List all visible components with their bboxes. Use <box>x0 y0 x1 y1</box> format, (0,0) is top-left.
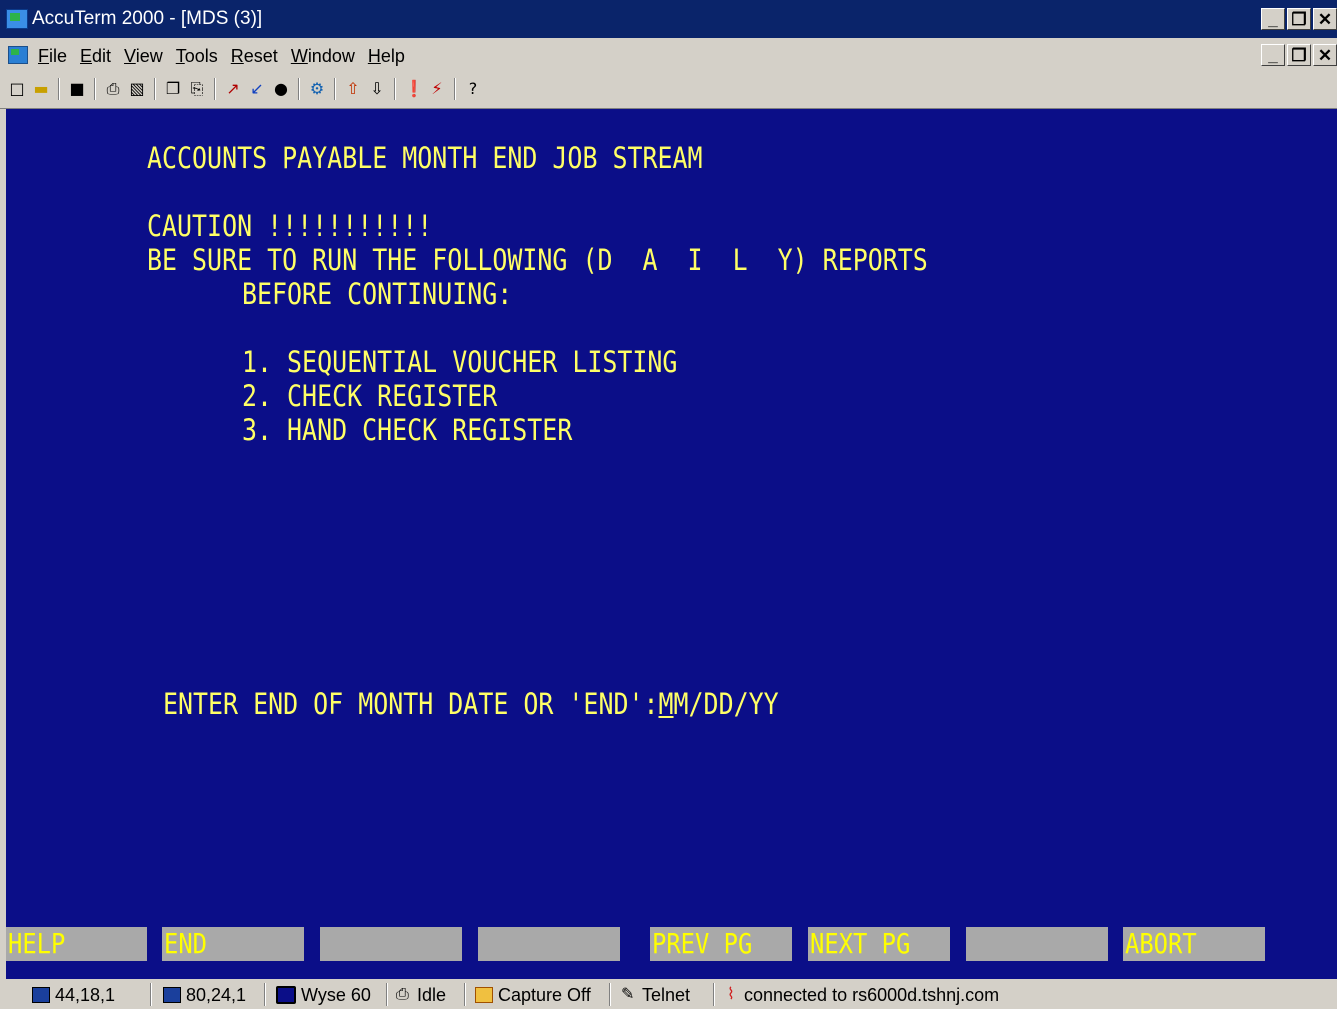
status-protocol[interactable]: ✎ Telnet <box>621 984 690 1006</box>
text-cursor[interactable]: M <box>659 687 674 721</box>
function-key-bar: HELP END PREV PG NEXT PG ABORT <box>6 927 1337 961</box>
fkey-next-page[interactable]: NEXT PG <box>808 927 950 961</box>
screen-heading: ACCOUNTS PAYABLE MONTH END JOB STREAM <box>147 141 703 175</box>
settings-icon[interactable]: ⚙ <box>308 80 326 98</box>
toolbar-separator <box>154 78 156 100</box>
upload-icon[interactable]: ⇧ <box>344 80 362 98</box>
terminal-screen[interactable]: ACCOUNTS PAYABLE MONTH END JOB STREAM CA… <box>6 109 1337 979</box>
document-window-icon[interactable] <box>8 46 28 64</box>
title-bar: AccuTerm 2000 - [MDS (3)] _ ❐ ✕ <box>0 0 1337 38</box>
toolbar-buttons: □ ▬ ■ ⎙ ▧ ❐ ⎘ ↗ ↙ ● ⚙ ⇧ ⇩ ❗ ⚡ ? <box>8 78 488 100</box>
open-folder-icon[interactable]: ▬ <box>32 80 50 98</box>
warning-line-1: BE SURE TO RUN THE FOLLOWING (D A I L Y)… <box>147 243 928 277</box>
paste-icon[interactable]: ⎘ <box>188 80 206 98</box>
caution-text: CAUTION !!!!!!!!!!! <box>147 209 433 243</box>
status-connection: ⌇ connected to rs6000d.tshnj.com <box>727 985 1000 1005</box>
status-bar: 44,18,1 80,24,1 Wyse 60 ⎙ Idle Capture O… <box>0 980 1337 1009</box>
restore-button[interactable]: ❐ <box>1287 8 1311 30</box>
menu-items: File Edit View Tools Reset Window Help <box>38 46 418 66</box>
document-close-button[interactable]: ✕ <box>1313 44 1337 66</box>
status-capture[interactable]: Capture Off <box>475 984 591 1006</box>
fkey-blank-7[interactable] <box>966 927 1108 961</box>
status-screen-size: 80,24,1 <box>163 984 246 1006</box>
script-icon[interactable]: ● <box>272 80 290 98</box>
document-minimize-button[interactable]: _ <box>1261 44 1285 66</box>
status-separator <box>609 983 611 1006</box>
status-separator <box>464 983 466 1006</box>
print-screen-icon[interactable]: ▧ <box>128 80 146 98</box>
minimize-button[interactable]: _ <box>1261 8 1285 30</box>
menu-view[interactable]: View <box>124 46 163 66</box>
copy-icon[interactable]: ❐ <box>164 80 182 98</box>
toolbar-separator <box>214 78 216 100</box>
warning-line-2: BEFORE CONTINUING: <box>242 277 513 311</box>
report-item: 3. HAND CHECK REGISTER <box>242 413 573 447</box>
disconnect-icon[interactable]: ⚡ <box>428 80 446 98</box>
accuterm-app-icon[interactable] <box>6 9 28 29</box>
status-emulation[interactable]: Wyse 60 <box>276 984 371 1006</box>
telnet-icon: ✎ <box>621 986 635 1003</box>
printer-icon: ⎙ <box>396 986 409 1003</box>
menu-tools[interactable]: Tools <box>176 46 218 66</box>
download-icon[interactable]: ⇩ <box>368 80 386 98</box>
report-item: 1. SEQUENTIAL VOUCHER LISTING <box>242 345 678 379</box>
status-cursor-position: 44,18,1 <box>32 984 115 1006</box>
fkey-blank-3[interactable] <box>320 927 462 961</box>
screen-size-icon <box>163 987 181 1003</box>
window-title: AccuTerm 2000 - [MDS (3)] <box>32 8 263 29</box>
toolbar-separator <box>394 78 396 100</box>
toolbar: □ ▬ ■ ⎙ ▧ ❐ ⎘ ↗ ↙ ● ⚙ ⇧ ⇩ ❗ ⚡ ? <box>0 72 1337 109</box>
document-restore-button[interactable]: ❐ <box>1287 44 1311 66</box>
date-prompt-value[interactable]: M/DD/YY <box>674 687 779 721</box>
menu-bar: File Edit View Tools Reset Window Help _… <box>0 38 1337 72</box>
report-item: 2. CHECK REGISTER <box>242 379 498 413</box>
menu-help[interactable]: Help <box>368 46 405 66</box>
fkey-end[interactable]: END <box>162 927 304 961</box>
fkey-prev-page[interactable]: PREV PG <box>650 927 792 961</box>
document-window-controls: _ ❐ ✕ <box>1259 44 1337 66</box>
fkey-abort[interactable]: ABORT <box>1123 927 1265 961</box>
terminal-monitor-icon <box>276 986 296 1004</box>
toolbar-separator <box>58 78 60 100</box>
toolbar-separator <box>298 78 300 100</box>
window-controls: _ ❐ ✕ <box>1259 8 1337 30</box>
status-separator <box>386 983 388 1006</box>
menu-edit[interactable]: Edit <box>80 46 111 66</box>
receive-file-icon[interactable]: ↙ <box>248 80 266 98</box>
capture-icon <box>475 987 493 1003</box>
menu-file[interactable]: File <box>38 46 67 66</box>
status-separator <box>713 983 715 1006</box>
toolbar-separator <box>94 78 96 100</box>
menu-window[interactable]: Window <box>291 46 355 66</box>
connection-icon: ⌇ <box>727 986 735 1003</box>
new-session-icon[interactable]: □ <box>8 80 26 98</box>
fkey-blank-4[interactable] <box>478 927 620 961</box>
status-printer[interactable]: ⎙ Idle <box>396 984 446 1006</box>
status-separator <box>264 983 266 1006</box>
print-icon[interactable]: ⎙ <box>104 80 122 98</box>
toolbar-separator <box>334 78 336 100</box>
close-button[interactable]: ✕ <box>1313 8 1337 30</box>
help-icon[interactable]: ? <box>464 80 482 98</box>
date-prompt-label: ENTER END OF MONTH DATE OR 'END': <box>163 687 659 721</box>
menu-reset[interactable]: Reset <box>231 46 278 66</box>
status-separator <box>150 983 152 1006</box>
cursor-position-icon <box>32 987 50 1003</box>
date-prompt[interactable]: ENTER END OF MONTH DATE OR 'END':MM/DD/Y… <box>163 687 779 721</box>
fkey-help[interactable]: HELP <box>6 927 147 961</box>
save-icon[interactable]: ■ <box>68 80 86 98</box>
break-icon[interactable]: ❗ <box>404 80 424 98</box>
send-file-icon[interactable]: ↗ <box>224 80 242 98</box>
toolbar-separator <box>454 78 456 100</box>
